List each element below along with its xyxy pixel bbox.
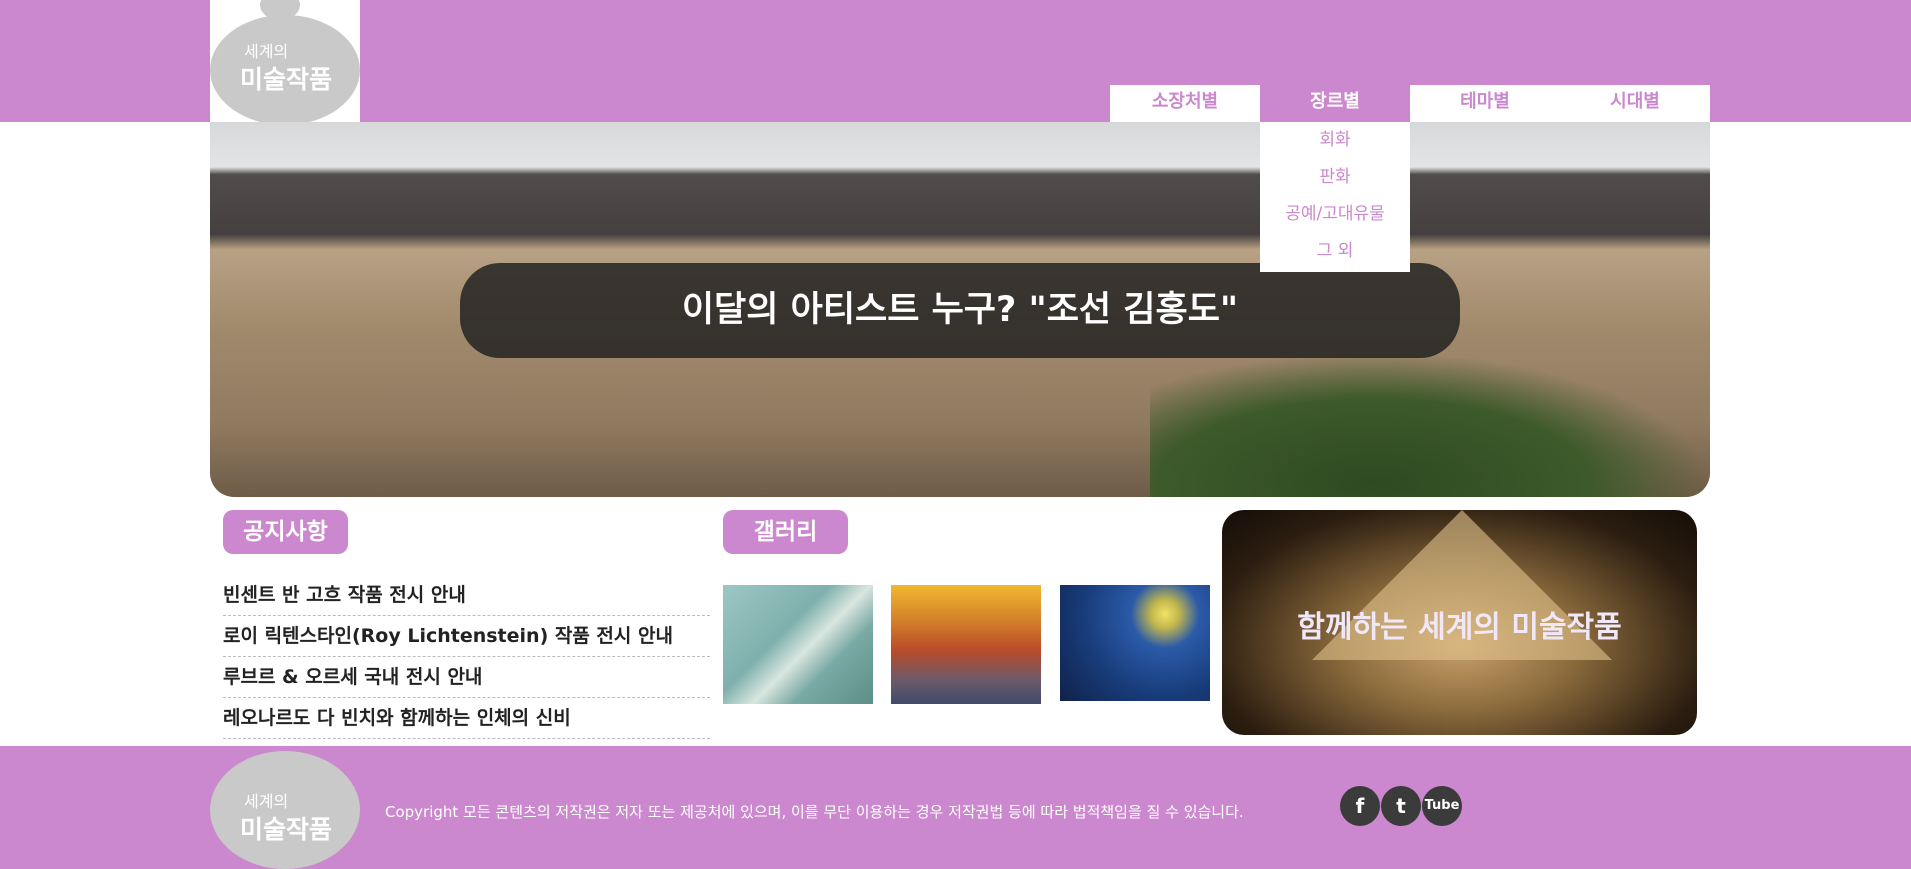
twitter-icon[interactable]: t	[1381, 786, 1421, 826]
dropdown-item-etc[interactable]: 그 외	[1260, 233, 1410, 270]
hero-banner-image: 이달의 아티스트 누구? "조선 김홍도"	[210, 122, 1710, 497]
dropdown-item-painting[interactable]: 회화	[1260, 122, 1410, 159]
youtube-icon[interactable]: Tube	[1422, 786, 1462, 826]
notice-item[interactable]: 로이 릭텐스타인(Roy Lichtenstein) 작품 전시 안내	[223, 616, 710, 657]
footer-logo[interactable]: 세계의 미술작품	[210, 746, 360, 869]
gallery-image-almond-blossoms[interactable]	[723, 585, 873, 704]
logo-title: 미술작품	[240, 815, 333, 844]
genre-dropdown: 회화 판화 공예/고대유물 그 외	[1260, 122, 1410, 272]
dropdown-item-print[interactable]: 판화	[1260, 159, 1410, 196]
footer: 세계의 미술작품 Copyright 모든 콘텐츠의 저작권은 저자 또는 제공…	[0, 746, 1911, 869]
notice-list: 빈센트 반 고흐 작품 전시 안내 로이 릭텐스타인(Roy Lichtenst…	[223, 575, 710, 739]
promo-title: 함께하는 세계의 미술작품	[1297, 610, 1622, 645]
notice-title[interactable]: 공지사항	[223, 510, 348, 554]
nav-item-theme[interactable]: 테마별	[1410, 85, 1560, 122]
gallery-image-red-vineyard[interactable]	[891, 585, 1041, 704]
notice-item[interactable]: 루브르 & 오르세 국내 전시 안내	[223, 657, 710, 698]
artist-of-month-banner[interactable]: 이달의 아티스트 누구? "조선 김홍도"	[460, 263, 1460, 358]
gallery-image-starry-night[interactable]	[1060, 585, 1210, 701]
logo-subtitle: 세계의	[244, 792, 289, 811]
nav-item-period[interactable]: 시대별	[1560, 85, 1710, 122]
logo[interactable]: 세계의 미술작품	[210, 0, 360, 122]
main-nav: 소장처별 장르별 테마별 시대별	[1110, 85, 1710, 122]
promo-banner[interactable]: 함께하는 세계의 미술작품	[1222, 510, 1697, 735]
facebook-icon[interactable]: f	[1340, 786, 1380, 826]
nav-item-collection[interactable]: 소장처별	[1110, 85, 1260, 122]
copyright-text: Copyright 모든 콘텐츠의 저작권은 저자 또는 제공처에 있으며, 이…	[385, 803, 1244, 821]
notice-item[interactable]: 레오나르도 다 빈치와 함께하는 인체의 신비	[223, 698, 710, 739]
dropdown-item-craft[interactable]: 공예/고대유물	[1260, 196, 1410, 233]
logo-subtitle: 세계의	[244, 42, 289, 61]
gallery-title[interactable]: 갤러리	[723, 510, 848, 554]
logo-title: 미술작품	[240, 65, 333, 94]
nav-item-genre[interactable]: 장르별	[1260, 85, 1410, 122]
hero-trees	[1150, 352, 1710, 497]
notice-item[interactable]: 빈센트 반 고흐 작품 전시 안내	[223, 575, 710, 616]
